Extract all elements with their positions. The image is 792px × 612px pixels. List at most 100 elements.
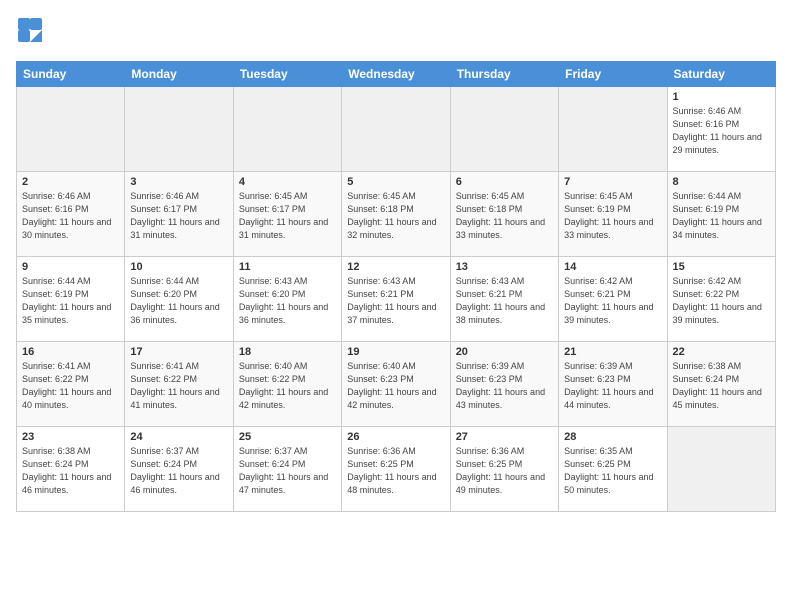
day-number: 28: [564, 431, 661, 443]
day-info: Sunrise: 6:45 AMSunset: 6:18 PMDaylight:…: [347, 190, 444, 242]
calendar-cell: 21Sunrise: 6:39 AMSunset: 6:23 PMDayligh…: [559, 342, 667, 427]
calendar-week-row: 16 Sunrise: 6:41 AMSunset: 6:22 PMDayligh…: [17, 342, 776, 427]
day-number: 3: [130, 176, 227, 188]
day-info: Sunrise: 6:42 AMSunset: 6:22 PMDaylight:…: [673, 275, 770, 327]
calendar-cell: 26Sunrise: 6:36 AMSunset: 6:25 PMDayligh…: [342, 427, 450, 512]
day-info: Sunrise: 6:46 AMSunset: 6:16 PMDaylight:…: [673, 105, 770, 157]
calendar-cell: 2Sunrise: 6:46 AMSunset: 6:16 PMDaylight…: [17, 172, 125, 257]
day-info: Sunrise: 6:41 AMSunset: 6:22 PMDaylight:…: [130, 360, 227, 412]
calendar-week-row: 1 Sunrise: 6:46 AMSunset: 6:16 PMDaylight…: [17, 87, 776, 172]
calendar-cell: 22 Sunrise: 6:38 AMSunset: 6:24 PMDayligh…: [667, 342, 775, 427]
calendar-cell: 28 Sunrise: 6:35 AMSunset: 6:25 PMDayligh…: [559, 427, 667, 512]
calendar-cell: 4 Sunrise: 6:45 AMSunset: 6:17 PMDaylight…: [233, 172, 341, 257]
calendar-cell: [125, 87, 233, 172]
calendar-table: SundayMondayTuesdayWednesdayThursdayFrid…: [16, 61, 776, 512]
calendar-cell: [667, 427, 775, 512]
day-info: Sunrise: 6:43 AMSunset: 6:20 PMDaylight:…: [239, 275, 336, 327]
calendar-cell: 7 Sunrise: 6:45 AMSunset: 6:19 PMDaylight…: [559, 172, 667, 257]
day-info: Sunrise: 6:44 AMSunset: 6:19 PMDaylight:…: [22, 275, 119, 327]
calendar-cell: 24 Sunrise: 6:37 AMSunset: 6:24 PMDayligh…: [125, 427, 233, 512]
day-info: Sunrise: 6:36 AMSunset: 6:25 PMDaylight:…: [347, 445, 444, 497]
day-info: Sunrise: 6:44 AMSunset: 6:20 PMDaylight:…: [130, 275, 227, 327]
day-number: 18: [239, 346, 336, 358]
calendar-cell: 17 Sunrise: 6:41 AMSunset: 6:22 PMDayligh…: [125, 342, 233, 427]
day-info: Sunrise: 6:38 AMSunset: 6:24 PMDaylight:…: [22, 445, 119, 497]
calendar-cell: 6 Sunrise: 6:45 AMSunset: 6:18 PMDaylight…: [450, 172, 558, 257]
day-number: 17: [130, 346, 227, 358]
day-number: 6: [456, 176, 553, 188]
calendar-cell: 15 Sunrise: 6:42 AMSunset: 6:22 PMDayligh…: [667, 257, 775, 342]
day-number: 24: [130, 431, 227, 443]
day-info: Sunrise: 6:35 AMSunset: 6:25 PMDaylight:…: [564, 445, 661, 497]
calendar-cell: 12Sunrise: 6:43 AMSunset: 6:21 PMDayligh…: [342, 257, 450, 342]
calendar-cell: 9 Sunrise: 6:44 AMSunset: 6:19 PMDaylight…: [17, 257, 125, 342]
day-info: Sunrise: 6:42 AMSunset: 6:21 PMDaylight:…: [564, 275, 661, 327]
day-number: 16: [22, 346, 119, 358]
day-info: Sunrise: 6:36 AMSunset: 6:25 PMDaylight:…: [456, 445, 553, 497]
calendar-cell: 13 Sunrise: 6:43 AMSunset: 6:21 PMDayligh…: [450, 257, 558, 342]
day-number: 8: [673, 176, 770, 188]
calendar-cell: 11 Sunrise: 6:43 AMSunset: 6:20 PMDayligh…: [233, 257, 341, 342]
day-number: 5: [347, 176, 444, 188]
day-number: 2: [22, 176, 119, 188]
calendar-cell: 14 Sunrise: 6:42 AMSunset: 6:21 PMDayligh…: [559, 257, 667, 342]
calendar-cell: 25 Sunrise: 6:37 AMSunset: 6:24 PMDayligh…: [233, 427, 341, 512]
calendar-cell: 27 Sunrise: 6:36 AMSunset: 6:25 PMDayligh…: [450, 427, 558, 512]
weekday-header-monday: Monday: [125, 62, 233, 87]
page-header: [16, 16, 776, 49]
day-number: 19: [347, 346, 444, 358]
logo-icon: [16, 16, 44, 44]
day-info: Sunrise: 6:40 AMSunset: 6:22 PMDaylight:…: [239, 360, 336, 412]
day-number: 27: [456, 431, 553, 443]
day-info: Sunrise: 6:44 AMSunset: 6:19 PMDaylight:…: [673, 190, 770, 242]
day-info: Sunrise: 6:45 AMSunset: 6:17 PMDaylight:…: [239, 190, 336, 242]
day-info: Sunrise: 6:37 AMSunset: 6:24 PMDaylight:…: [130, 445, 227, 497]
weekday-header-thursday: Thursday: [450, 62, 558, 87]
day-number: 7: [564, 176, 661, 188]
day-number: 13: [456, 261, 553, 273]
calendar-cell: 20 Sunrise: 6:39 AMSunset: 6:23 PMDayligh…: [450, 342, 558, 427]
day-info: Sunrise: 6:46 AMSunset: 6:17 PMDaylight:…: [130, 190, 227, 242]
calendar-cell: 16 Sunrise: 6:41 AMSunset: 6:22 PMDayligh…: [17, 342, 125, 427]
calendar-cell: 19 Sunrise: 6:40 AMSunset: 6:23 PMDayligh…: [342, 342, 450, 427]
calendar-header-row: SundayMondayTuesdayWednesdayThursdayFrid…: [17, 62, 776, 87]
day-info: Sunrise: 6:37 AMSunset: 6:24 PMDaylight:…: [239, 445, 336, 497]
calendar-cell: [559, 87, 667, 172]
calendar-cell: [233, 87, 341, 172]
calendar-week-row: 2Sunrise: 6:46 AMSunset: 6:16 PMDaylight…: [17, 172, 776, 257]
day-info: Sunrise: 6:40 AMSunset: 6:23 PMDaylight:…: [347, 360, 444, 412]
day-number: 25: [239, 431, 336, 443]
calendar-cell: 23 Sunrise: 6:38 AMSunset: 6:24 PMDayligh…: [17, 427, 125, 512]
calendar-cell: 8 Sunrise: 6:44 AMSunset: 6:19 PMDaylight…: [667, 172, 775, 257]
weekday-header-wednesday: Wednesday: [342, 62, 450, 87]
day-info: Sunrise: 6:45 AMSunset: 6:19 PMDaylight:…: [564, 190, 661, 242]
day-info: Sunrise: 6:43 AMSunset: 6:21 PMDaylight:…: [456, 275, 553, 327]
calendar-week-row: 9 Sunrise: 6:44 AMSunset: 6:19 PMDaylight…: [17, 257, 776, 342]
day-number: 23: [22, 431, 119, 443]
calendar-cell: 3 Sunrise: 6:46 AMSunset: 6:17 PMDaylight…: [125, 172, 233, 257]
weekday-header-tuesday: Tuesday: [233, 62, 341, 87]
calendar-cell: [17, 87, 125, 172]
calendar-cell: [450, 87, 558, 172]
day-info: Sunrise: 6:39 AMSunset: 6:23 PMDaylight:…: [456, 360, 553, 412]
calendar-cell: [342, 87, 450, 172]
calendar-cell: 10Sunrise: 6:44 AMSunset: 6:20 PMDayligh…: [125, 257, 233, 342]
day-info: Sunrise: 6:38 AMSunset: 6:24 PMDaylight:…: [673, 360, 770, 412]
day-number: 14: [564, 261, 661, 273]
day-number: 22: [673, 346, 770, 358]
day-number: 4: [239, 176, 336, 188]
day-number: 15: [673, 261, 770, 273]
day-number: 20: [456, 346, 553, 358]
day-info: Sunrise: 6:45 AMSunset: 6:18 PMDaylight:…: [456, 190, 553, 242]
day-number: 21: [564, 346, 661, 358]
weekday-header-friday: Friday: [559, 62, 667, 87]
day-number: 11: [239, 261, 336, 273]
calendar-cell: 1 Sunrise: 6:46 AMSunset: 6:16 PMDaylight…: [667, 87, 775, 172]
weekday-header-sunday: Sunday: [17, 62, 125, 87]
day-info: Sunrise: 6:41 AMSunset: 6:22 PMDaylight:…: [22, 360, 119, 412]
day-info: Sunrise: 6:43 AMSunset: 6:21 PMDaylight:…: [347, 275, 444, 327]
day-number: 9: [22, 261, 119, 273]
calendar-cell: 5 Sunrise: 6:45 AMSunset: 6:18 PMDaylight…: [342, 172, 450, 257]
day-number: 1: [673, 91, 770, 103]
weekday-header-saturday: Saturday: [667, 62, 775, 87]
